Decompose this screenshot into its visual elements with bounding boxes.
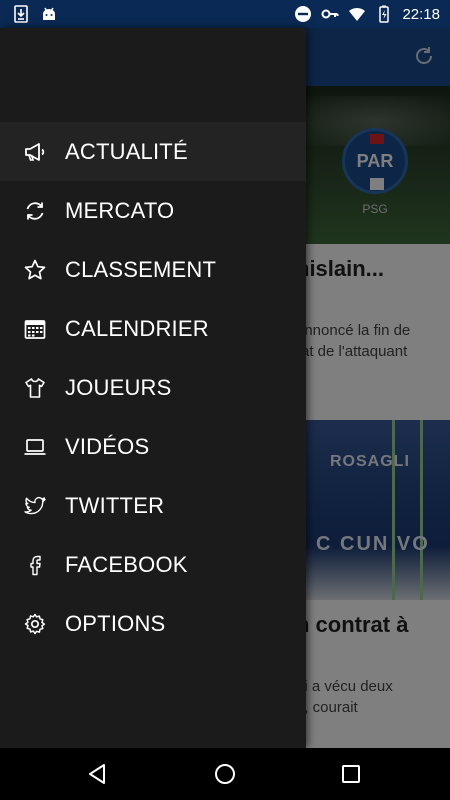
menu-item-videos[interactable]: VIDÉOS (0, 417, 306, 476)
menu-item-classement[interactable]: CLASSEMENT (0, 240, 306, 299)
menu-label: TWITTER (65, 492, 165, 518)
menu-item-calendrier[interactable]: CALENDRIER (0, 299, 306, 358)
menu-item-twitter[interactable]: TWITTER (0, 476, 306, 535)
drawer-menu: ACTUALITÉ MERCATO CLASSEMENT CALENDRIER (0, 122, 306, 653)
laptop-icon (23, 435, 47, 459)
menu-label: OPTIONS (65, 610, 166, 636)
menu-label: MERCATO (65, 197, 175, 223)
home-icon[interactable] (211, 760, 239, 788)
tshirt-icon (23, 376, 47, 400)
key-icon (321, 5, 339, 23)
menu-item-options[interactable]: OPTIONS (0, 594, 306, 653)
gear-icon (23, 612, 47, 636)
calendar-icon (23, 317, 47, 341)
menu-label: JOUEURS (65, 374, 172, 400)
menu-label: CALENDRIER (65, 315, 209, 341)
star-icon (23, 258, 47, 282)
menu-item-facebook[interactable]: FACEBOOK (0, 535, 306, 594)
megaphone-icon (23, 140, 47, 164)
menu-item-mercato[interactable]: MERCATO (0, 181, 306, 240)
menu-label: CLASSEMENT (65, 256, 217, 282)
wifi-icon (348, 5, 366, 23)
menu-label: FACEBOOK (65, 551, 188, 577)
do-not-disturb-icon (294, 5, 312, 23)
menu-label: ACTUALITÉ (65, 138, 188, 164)
recents-icon[interactable] (337, 760, 365, 788)
back-icon[interactable] (84, 760, 112, 788)
navigation-drawer: ACTUALITÉ MERCATO CLASSEMENT CALENDRIER (0, 28, 306, 748)
download-icon (12, 5, 30, 23)
sync-icon (23, 199, 47, 223)
menu-label: VIDÉOS (65, 433, 150, 459)
facebook-icon (23, 553, 47, 577)
status-time: 22:18 (402, 5, 440, 23)
battery-icon (375, 5, 393, 23)
twitter-icon (23, 494, 47, 518)
menu-item-joueurs[interactable]: JOUEURS (0, 358, 306, 417)
system-nav-bar (0, 748, 450, 800)
android-icon (40, 5, 58, 23)
status-bar: 22:18 (0, 0, 450, 28)
menu-item-actualite[interactable]: ACTUALITÉ (0, 122, 306, 181)
